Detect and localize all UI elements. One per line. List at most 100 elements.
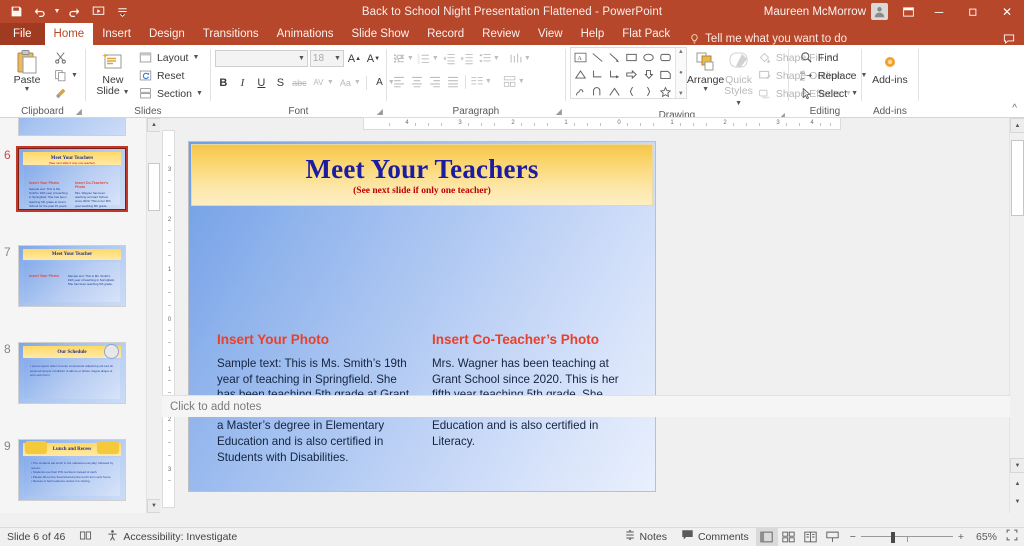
tab-file[interactable]: File [0, 23, 45, 45]
elbow-arrow-connector-icon[interactable] [606, 66, 623, 83]
thumbnail-slide-7[interactable]: 7 Meet Your Teacher Insert Your Photo Sa… [18, 245, 126, 307]
shapes-gallery-scroll[interactable]: ▲ ● ▼ [675, 48, 686, 98]
tab-insert[interactable]: Insert [93, 23, 140, 45]
align-left-button[interactable] [391, 73, 408, 90]
character-spacing-button[interactable]: AV [310, 74, 327, 91]
paste-button[interactable]: Paste ▼ [4, 47, 50, 93]
zoom-out-button[interactable]: − [850, 531, 856, 543]
triangle-shape-icon[interactable] [572, 66, 589, 83]
font-color-button[interactable]: A [371, 74, 388, 91]
font-size-box[interactable]: 18 ▼ [310, 50, 344, 67]
tell-me-search[interactable]: Tell me what you want to do [679, 33, 847, 45]
arrange-button[interactable]: Arrange ▼ [687, 47, 724, 93]
line-spacing-button[interactable] [477, 50, 494, 67]
restore-button[interactable] [956, 0, 990, 23]
undo-icon[interactable] [28, 1, 52, 22]
increase-indent-button[interactable] [459, 50, 476, 67]
close-button[interactable]: ✕ [990, 0, 1024, 23]
notes-button[interactable]: Notes [617, 528, 674, 546]
increase-font-size-button[interactable]: A▲ [346, 50, 363, 67]
new-slide-button[interactable]: NewSlide ▼ [90, 47, 136, 98]
select-button[interactable]: Select ▼ [797, 85, 870, 102]
thumbnail-scrollbar[interactable]: ▲ ▼ [146, 118, 160, 513]
strikethrough-button[interactable]: abc [291, 74, 308, 91]
tab-view[interactable]: View [529, 23, 572, 45]
text-direction-caret[interactable]: ▼ [524, 55, 532, 62]
minimize-button[interactable]: ─ [922, 0, 956, 23]
arrow-shape-icon[interactable] [606, 49, 623, 66]
arrange-caret[interactable]: ▼ [702, 86, 709, 93]
comments-pane-icon[interactable] [1002, 33, 1024, 45]
text-shadow-button[interactable]: S [272, 74, 289, 91]
star-shape-icon[interactable] [657, 83, 674, 100]
ribbon-display-options-icon[interactable] [894, 0, 922, 23]
section-button[interactable]: Section ▼ [136, 85, 206, 102]
font-name-box[interactable]: ▼ [215, 50, 308, 67]
line-shape-icon[interactable] [589, 49, 606, 66]
thumbnail-slide-9[interactable]: 9 Lunch and Recess • The students eat lu… [18, 439, 126, 501]
slide-canvas[interactable]: Meet Your Teachers (See next slide if on… [189, 142, 655, 491]
character-spacing-caret[interactable]: ▼ [327, 79, 335, 86]
right-brace-shape-icon[interactable] [640, 83, 657, 100]
quick-styles-button[interactable]: QuickStyles ▼ [724, 47, 753, 109]
bullets-caret[interactable]: ▼ [407, 55, 415, 62]
replace-button[interactable]: abac Replace ▼ [797, 67, 870, 84]
thumbnail-scroll-thumb[interactable] [148, 163, 160, 211]
underline-button[interactable]: U [253, 74, 270, 91]
tab-transitions[interactable]: Transitions [194, 23, 268, 45]
decrease-font-size-button[interactable]: A▼ [365, 50, 382, 67]
decrease-indent-button[interactable] [441, 50, 458, 67]
slide-title-placeholder[interactable]: Meet Your Teachers (See next slide if on… [191, 144, 653, 206]
thumbnail-slide-8[interactable]: 8 Our Schedule • Lorem ipsum dolor sit a… [18, 342, 126, 404]
tab-animations[interactable]: Animations [268, 23, 343, 45]
curve-shape-icon[interactable] [589, 83, 606, 100]
redo-icon[interactable] [62, 1, 86, 22]
next-slide-button[interactable]: ▼ [1010, 494, 1024, 509]
copy-dropdown-caret[interactable]: ▼ [71, 72, 78, 79]
textbox-shape-icon[interactable]: A [572, 49, 589, 66]
slide-scroll-thumb[interactable] [1011, 140, 1024, 216]
addins-button[interactable]: Add-ins [867, 47, 913, 86]
thumbnail-slide-6[interactable]: 6 Meet Your Teachers (See next slide if … [18, 148, 126, 210]
line-spacing-caret[interactable]: ▼ [493, 55, 501, 62]
thumbnail-scroll-down-button[interactable]: ▼ [147, 499, 160, 513]
slideshow-view-button[interactable] [822, 528, 844, 546]
cut-button[interactable] [50, 49, 81, 66]
select-caret[interactable]: ▼ [851, 90, 858, 97]
down-arrow-shape-icon[interactable] [640, 66, 657, 83]
zoom-slider[interactable] [861, 530, 953, 544]
slide-counter[interactable]: Slide 6 of 46 [0, 528, 72, 546]
align-center-button[interactable] [409, 73, 426, 90]
fit-slide-icon[interactable] [1002, 529, 1018, 544]
layout-caret[interactable]: ▼ [192, 54, 199, 61]
left-brace-shape-icon[interactable] [623, 83, 640, 100]
thumbnail-slide-5[interactable] [18, 118, 126, 136]
zoom-slider-knob[interactable] [891, 532, 895, 543]
tab-slide-show[interactable]: Slide Show [343, 23, 419, 45]
zoom-percentage[interactable]: 65% [969, 531, 997, 543]
flowchart-shape-icon[interactable] [657, 66, 674, 83]
shapes-scroll-up-icon[interactable]: ▲ [678, 49, 684, 55]
paste-dropdown-caret[interactable]: ▼ [24, 86, 31, 93]
previous-slide-button[interactable]: ▲ [1010, 476, 1024, 491]
slide-scroll-up-button[interactable]: ▲ [1010, 118, 1024, 133]
user-account-name[interactable]: Maureen McMorrow [764, 6, 871, 18]
zoom-in-button[interactable]: + [958, 531, 964, 543]
tab-review[interactable]: Review [473, 23, 529, 45]
tab-help[interactable]: Help [572, 23, 614, 45]
rectangle-shape-icon[interactable] [623, 49, 640, 66]
accessibility-button[interactable]: Accessibility: Investigate [99, 528, 244, 546]
align-right-button[interactable] [427, 73, 444, 90]
undo-dropdown-caret[interactable]: ▼ [52, 8, 62, 15]
layout-button[interactable]: Layout ▼ [136, 49, 206, 66]
arc-shape-icon[interactable] [606, 83, 623, 100]
oval-shape-icon[interactable] [640, 49, 657, 66]
notes-pane[interactable]: Click to add notes [162, 395, 1010, 417]
numbering-button[interactable]: 123 [416, 50, 433, 67]
collapse-ribbon-icon[interactable]: ^ [1012, 103, 1017, 114]
thumbnail-scroll-up-button[interactable]: ▲ [147, 118, 160, 132]
zoom-control[interactable]: − + 65% [844, 529, 1024, 544]
bold-button[interactable]: B [215, 74, 232, 91]
convert-smartart-caret[interactable]: ▼ [518, 78, 526, 85]
change-case-caret[interactable]: ▼ [354, 79, 362, 86]
